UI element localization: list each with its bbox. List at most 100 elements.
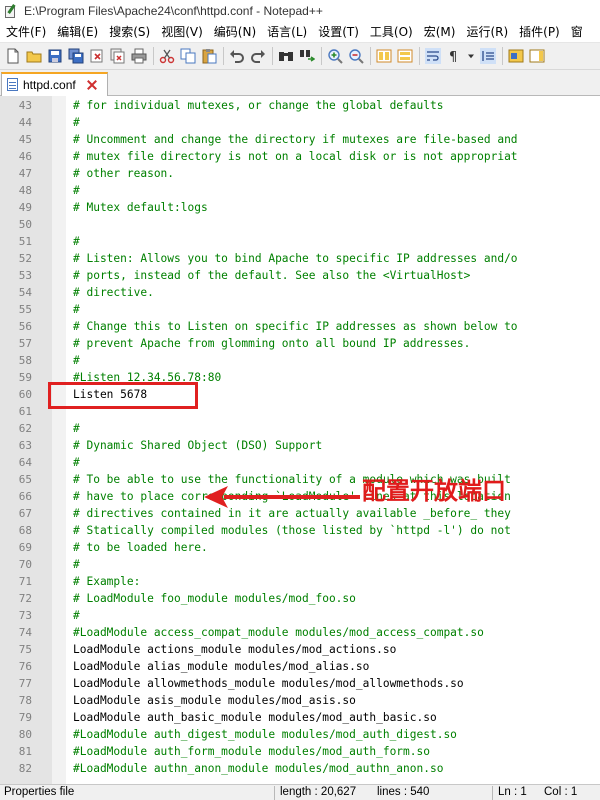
code-line[interactable]: 73 # [0, 607, 600, 624]
menu-search[interactable]: 搜索(S) [105, 22, 157, 42]
line-number: 45 [18, 133, 32, 146]
code-line[interactable]: 47 # other reason. [0, 165, 600, 182]
code-line[interactable]: 68 # Statically compiled modules (those l… [0, 522, 600, 539]
code-text: # [73, 184, 80, 197]
menu-settings[interactable]: 设置(T) [314, 22, 366, 42]
open-file-icon[interactable] [24, 46, 44, 66]
menu-plugins[interactable]: 插件(P) [515, 22, 567, 42]
line-number: 64 [18, 456, 32, 469]
code-line[interactable]: 53 # ports, instead of the default. See a… [0, 267, 600, 284]
status-file-type: Properties file [4, 786, 75, 798]
line-number: 50 [18, 218, 32, 231]
menu-run[interactable]: 运行(R) [462, 22, 515, 42]
highlight-box-listen-port [48, 382, 198, 409]
code-line[interactable]: 50 [0, 216, 600, 233]
close-tab-icon[interactable] [86, 79, 98, 91]
code-line[interactable]: 57 # prevent Apache from glomming onto al… [0, 335, 600, 352]
save-icon[interactable] [45, 46, 65, 66]
code-line[interactable]: 70 # [0, 556, 600, 573]
window-title: E:\Program Files\Apache24\conf\httpd.con… [24, 4, 323, 18]
tab-label: httpd.conf [23, 78, 76, 92]
sync-vertical-icon[interactable] [374, 46, 394, 66]
code-line[interactable]: 76 LoadModule alias_module modules/mod_al… [0, 658, 600, 675]
copy-icon[interactable] [178, 46, 198, 66]
tab-httpd-conf[interactable]: httpd.conf [1, 72, 108, 96]
close-all-icon[interactable] [108, 46, 128, 66]
code-line[interactable]: 54 # directive. [0, 284, 600, 301]
line-number: 66 [18, 490, 32, 503]
menu-view[interactable]: 视图(V) [157, 22, 210, 42]
code-line[interactable]: 64 # [0, 454, 600, 471]
line-number: 80 [18, 728, 32, 741]
sync-horizontal-icon[interactable] [395, 46, 415, 66]
code-line[interactable]: 52 # Listen: Allows you to bind Apache to… [0, 250, 600, 267]
code-line[interactable]: 62 # [0, 420, 600, 437]
menu-encoding[interactable]: 编码(N) [210, 22, 263, 42]
status-lines: lines : 540 [377, 786, 430, 798]
code-line[interactable]: 75 LoadModule actions_module modules/mod_… [0, 641, 600, 658]
code-line[interactable]: 44 # [0, 114, 600, 131]
code-line[interactable]: 51 # [0, 233, 600, 250]
paste-icon[interactable] [199, 46, 219, 66]
menu-window[interactable]: 窗 [567, 22, 590, 42]
code-text: # Statically compiled modules (those lis… [73, 524, 511, 537]
redo-icon[interactable] [248, 46, 268, 66]
code-line[interactable]: 74 #LoadModule access_compat_module modul… [0, 624, 600, 641]
menu-file[interactable]: 文件(F) [2, 22, 53, 42]
menu-tools[interactable]: 工具(O) [366, 22, 420, 42]
line-number: 49 [18, 201, 32, 214]
macro-icon[interactable] [506, 46, 526, 66]
line-number: 47 [18, 167, 32, 180]
replace-icon[interactable] [297, 46, 317, 66]
find-icon[interactable] [276, 46, 296, 66]
editor-area[interactable]: 43 # for individual mutexes, or change th… [0, 96, 600, 784]
code-line[interactable]: 80 #LoadModule auth_digest_module modules… [0, 726, 600, 743]
line-number: 52 [18, 252, 32, 265]
line-number: 46 [18, 150, 32, 163]
code-line[interactable]: 71 # Example: [0, 573, 600, 590]
show-all-chars-icon[interactable]: ¶ [444, 46, 464, 66]
close-icon[interactable] [87, 46, 107, 66]
code-line[interactable]: 46 # mutex file directory is not on a loc… [0, 148, 600, 165]
code-line[interactable]: 48 # [0, 182, 600, 199]
line-number: 53 [18, 269, 32, 282]
code-line[interactable]: 63 # Dynamic Shared Object (DSO) Support [0, 437, 600, 454]
document-map-icon[interactable] [527, 46, 547, 66]
code-line[interactable]: 77 LoadModule allowmethods_module modules… [0, 675, 600, 692]
dropdown-arrow-icon[interactable] [465, 46, 477, 66]
code-line[interactable]: 45 # Uncomment and change the directory i… [0, 131, 600, 148]
code-line[interactable]: 82 #LoadModule authn_anon_module modules/… [0, 760, 600, 777]
menu-macro[interactable]: 宏(M) [420, 22, 463, 42]
menu-edit[interactable]: 编辑(E) [53, 22, 105, 42]
code-text: # [73, 354, 80, 367]
zoom-out-icon[interactable] [346, 46, 366, 66]
save-all-icon[interactable] [66, 46, 86, 66]
code-line[interactable]: 69 # to be loaded here. [0, 539, 600, 556]
code-line[interactable]: 55 # [0, 301, 600, 318]
code-line[interactable]: 58 # [0, 352, 600, 369]
line-number: 70 [18, 558, 32, 571]
code-line[interactable]: 79 LoadModule auth_basic_module modules/m… [0, 709, 600, 726]
line-number: 72 [18, 592, 32, 605]
toolbar-separator [223, 47, 224, 65]
zoom-in-icon[interactable] [325, 46, 345, 66]
code-text: # Change this to Listen on specific IP a… [73, 320, 518, 333]
code-line[interactable]: 43 # for individual mutexes, or change th… [0, 97, 600, 114]
undo-icon[interactable] [227, 46, 247, 66]
code-line[interactable]: 81 #LoadModule auth_form_module modules/m… [0, 743, 600, 760]
code-line[interactable]: 49 # Mutex default:logs [0, 199, 600, 216]
word-wrap-icon[interactable] [423, 46, 443, 66]
menu-language[interactable]: 语言(L) [263, 22, 314, 42]
line-number: 79 [18, 711, 32, 724]
arrow-annotation-icon [204, 486, 360, 508]
line-number: 54 [18, 286, 32, 299]
code-line[interactable]: 72 # LoadModule foo_module modules/mod_fo… [0, 590, 600, 607]
print-icon[interactable] [129, 46, 149, 66]
indent-guide-icon[interactable] [478, 46, 498, 66]
document-icon [7, 78, 19, 92]
menu-bar: 文件(F) 编辑(E) 搜索(S) 视图(V) 编码(N) 语言(L) 设置(T… [0, 22, 600, 42]
cut-icon[interactable] [157, 46, 177, 66]
code-line[interactable]: 78 LoadModule asis_module modules/mod_asi… [0, 692, 600, 709]
new-file-icon[interactable] [3, 46, 23, 66]
code-line[interactable]: 56 # Change this to Listen on specific IP… [0, 318, 600, 335]
